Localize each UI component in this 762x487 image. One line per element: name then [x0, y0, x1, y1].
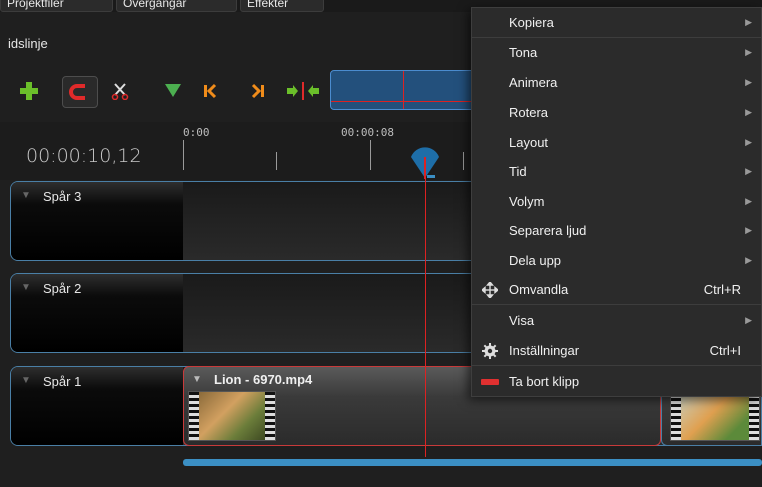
previous-marker-button[interactable]: [197, 78, 223, 104]
timeline-panel-title: idslinje: [8, 36, 48, 51]
gear-icon: [481, 342, 499, 360]
ruler-label: 0:00: [183, 126, 210, 139]
magnet-icon: [69, 84, 85, 100]
track-header: ▼ Spår 3: [11, 182, 183, 260]
clip-title: Lion - 6970.mp4: [214, 372, 313, 387]
tab-effects[interactable]: Effekter: [240, 0, 324, 12]
submenu-arrow-icon: ▶: [745, 315, 752, 325]
menu-item-label: Tona: [509, 45, 538, 60]
collapse-icon[interactable]: ▼: [21, 190, 31, 201]
menu-item-layout[interactable]: Layout ▶: [472, 128, 761, 157]
shortcut-label: Ctrl+I: [709, 343, 741, 358]
timeline-horizontal-scrollbar[interactable]: [183, 459, 762, 466]
menu-item-separate-audio[interactable]: Separera ljud ▶: [472, 216, 761, 245]
track-header: ▼ Spår 2: [11, 274, 183, 352]
scissors-icon: [111, 83, 129, 100]
playhead-handle[interactable]: [409, 139, 441, 179]
menu-item-label: Visa: [509, 313, 535, 328]
track-name: Spår 3: [43, 189, 82, 204]
menu-item-rotate[interactable]: Rotera ▶: [472, 98, 761, 127]
menu-item-time[interactable]: Tid ▶: [472, 157, 761, 186]
track-header: ▼ Spår 1: [11, 367, 183, 445]
ruler-tick: [370, 140, 371, 170]
snap-toggle-button[interactable]: [62, 76, 98, 108]
menu-item-label: Layout: [509, 135, 549, 150]
submenu-arrow-icon: ▶: [745, 225, 752, 235]
submenu-arrow-icon: ▶: [745, 107, 752, 117]
menu-item-label: Dela upp: [509, 253, 562, 268]
ruler-tick: [183, 140, 184, 170]
collapse-icon[interactable]: ▼: [21, 282, 31, 293]
menu-item-view[interactable]: Visa ▶: [472, 306, 761, 335]
submenu-arrow-icon: ▶: [745, 47, 752, 57]
tab-project-files[interactable]: Projektfiler: [0, 0, 113, 12]
marker-triangle-icon: [165, 84, 181, 97]
current-timecode: 00:00:10,12: [26, 145, 142, 167]
menu-item-properties[interactable]: Inställningar Ctrl+I: [472, 336, 761, 365]
menu-item-slice[interactable]: Dela upp ▶: [472, 246, 761, 275]
shortcut-label: Ctrl+R: [703, 282, 741, 297]
next-marker-button[interactable]: [245, 78, 271, 104]
center-playhead-icon: [287, 82, 319, 100]
menu-item-label: Rotera: [509, 105, 549, 120]
menu-item-label: Inställningar: [509, 343, 580, 358]
timeline-overview[interactable]: [330, 70, 480, 110]
menu-item-label: Separera ljud: [509, 223, 587, 238]
track-name: Spår 1: [43, 374, 82, 389]
collapse-icon[interactable]: ▼: [21, 375, 31, 386]
submenu-arrow-icon: ▶: [745, 166, 752, 176]
submenu-arrow-icon: ▶: [745, 137, 752, 147]
playhead-line: [425, 175, 426, 457]
plus-icon: [20, 82, 38, 100]
menu-item-animate[interactable]: Animera ▶: [472, 68, 761, 97]
menu-item-volume[interactable]: Volym ▶: [472, 187, 761, 216]
jump-start-icon: [204, 83, 217, 99]
track-name: Spår 2: [43, 281, 82, 296]
center-on-playhead-button[interactable]: [283, 78, 323, 104]
tab-transitions[interactable]: Övergångar: [116, 0, 237, 12]
menu-item-label: Kopiera: [509, 15, 554, 30]
jump-end-icon: [251, 83, 264, 99]
submenu-arrow-icon: ▶: [745, 255, 752, 265]
clip-thumbnail: [188, 391, 276, 441]
add-track-button[interactable]: [16, 78, 42, 104]
remove-clip-icon: [481, 373, 499, 391]
ruler-tick: [463, 152, 464, 170]
menu-item-transform[interactable]: Omvandla Ctrl+R: [472, 275, 761, 304]
add-marker-button[interactable]: [160, 78, 186, 104]
menu-item-label: Tid: [509, 164, 527, 179]
ruler-label: 00:00:08: [341, 126, 394, 139]
ruler-tick: [276, 152, 277, 170]
clip-menu-icon[interactable]: ▼: [192, 374, 202, 385]
move-arrows-icon: [481, 281, 499, 299]
submenu-arrow-icon: ▶: [745, 17, 752, 27]
menu-item-label: Ta bort klipp: [509, 374, 580, 389]
clip-thumbnail: [670, 391, 760, 441]
menu-item-fade[interactable]: Tona ▶: [472, 38, 761, 67]
razor-tool-button[interactable]: [107, 78, 133, 104]
menu-item-label: Omvandla: [509, 282, 569, 297]
menu-item-copy[interactable]: Kopiera ▶: [472, 8, 761, 37]
menu-item-remove-clip[interactable]: Ta bort klipp: [472, 367, 761, 396]
submenu-arrow-icon: ▶: [745, 77, 752, 87]
clip-context-menu: Kopiera ▶ Tona ▶ Animera ▶ Rotera ▶ Layout ▶ …: [471, 7, 762, 397]
submenu-arrow-icon: ▶: [745, 196, 752, 206]
menu-item-label: Animera: [509, 75, 558, 90]
menu-item-label: Volym: [509, 194, 545, 209]
